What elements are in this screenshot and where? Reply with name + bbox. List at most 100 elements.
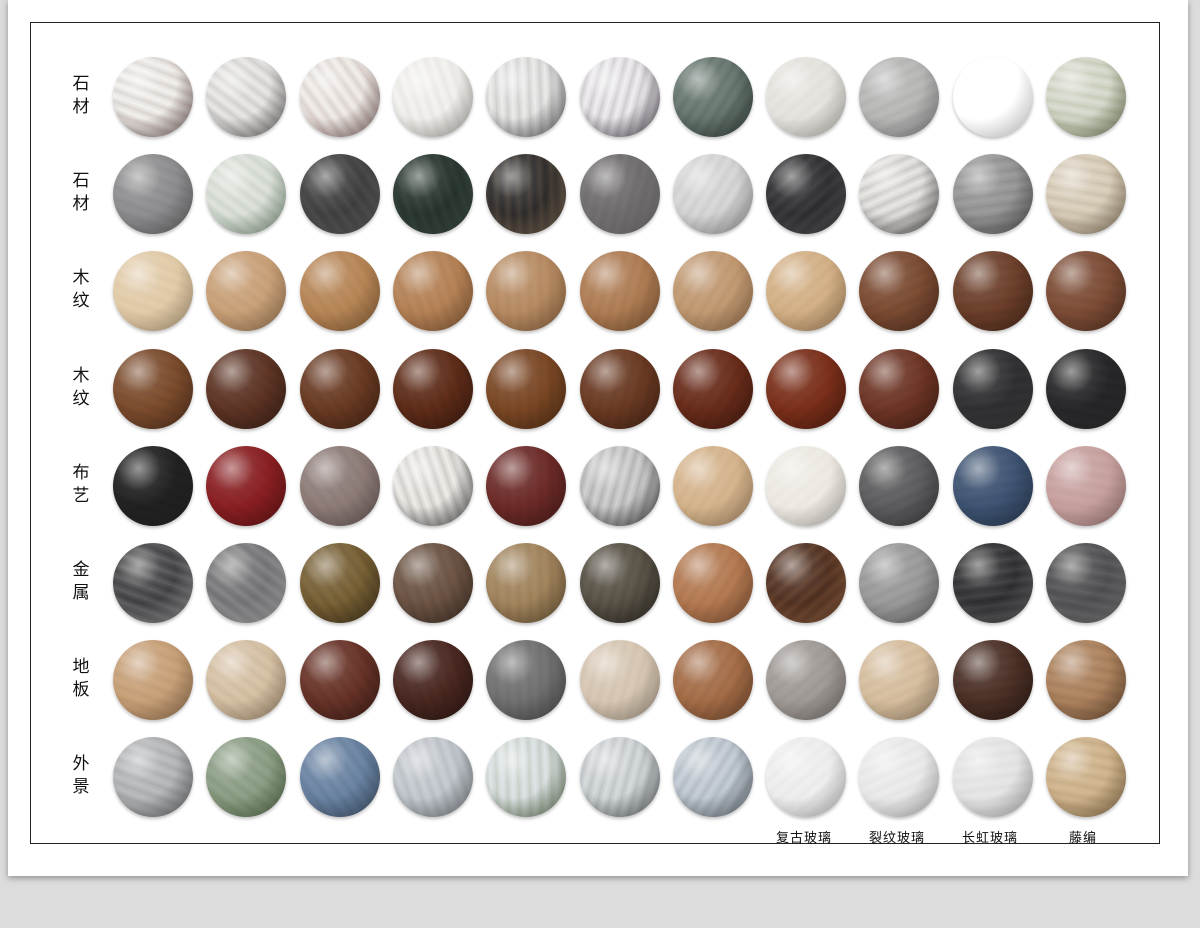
dark-green-marble-sphere — [392, 154, 473, 235]
black-gold-marble-sphere — [486, 154, 567, 235]
cherry-wood-sphere — [766, 348, 847, 429]
light-grey-marble-sphere — [672, 154, 753, 235]
light-wood-sphere — [206, 251, 287, 332]
green-marble-sphere — [206, 154, 287, 235]
chevron-floor-sphere — [579, 640, 660, 721]
bronze-metal-sphere — [579, 543, 660, 623]
walnut-wood-sphere — [113, 348, 193, 429]
material-row: 布艺 — [31, 438, 1159, 534]
chrome-metal-sphere — [113, 543, 193, 623]
white-marble-sphere — [299, 57, 380, 137]
striped-floor-sphere — [1046, 640, 1126, 721]
rosewood-sphere — [672, 348, 753, 429]
material-row: 石材 — [31, 49, 1159, 145]
walnut-wood-sphere — [859, 348, 940, 429]
row-category-label: 地板 — [68, 657, 89, 704]
city-landscape-sphere — [113, 737, 193, 818]
cracked-glass-sphere — [859, 737, 940, 818]
material-sheet: 复古玻璃 裂纹玻璃 长虹玻璃 藤编 石材 石材 木纹 木纹 布艺 金属 地板 外景 — [8, 0, 1188, 876]
grey-marble-sphere — [113, 154, 193, 235]
rusty-metal-sphere — [392, 543, 473, 623]
city-landscape-sphere — [672, 737, 753, 818]
cream-fabric-sphere — [766, 445, 847, 526]
terrazzo-sphere — [859, 154, 940, 235]
ribbed-steel-sphere — [1046, 543, 1126, 623]
rattan-weave-sphere — [1046, 737, 1126, 818]
knit-grey-fabric-sphere — [859, 445, 940, 526]
light-wood-sphere — [113, 251, 193, 332]
caption-cracked-glass: 裂纹玻璃 — [868, 831, 925, 846]
white-embroidered-fabric-sphere — [392, 445, 473, 526]
hammered-metal-sphere — [206, 543, 287, 623]
row-category-label: 金属 — [68, 560, 89, 606]
brushed-steel-sphere — [859, 543, 940, 623]
light-floor-sphere — [859, 640, 940, 721]
white-marble-sphere — [113, 57, 193, 137]
caption-fluted-glass: 长虹玻璃 — [961, 831, 1018, 846]
black-wood-sphere — [952, 348, 1033, 429]
material-row: 木纹 — [31, 341, 1159, 437]
pink-fabric-sphere — [1046, 445, 1126, 526]
walnut-wood-sphere — [299, 348, 380, 429]
dark-floor-sphere — [392, 640, 473, 721]
row-category-label: 石材 — [68, 171, 89, 218]
beige-stone-sphere — [766, 57, 847, 137]
material-row: 石材 — [31, 146, 1159, 242]
white-marble-sphere — [392, 57, 473, 137]
beige-fabric-sphere — [672, 445, 753, 526]
walnut-wood-sphere — [1046, 251, 1126, 332]
walnut-wood-sphere — [486, 348, 567, 429]
chevron-floor-sphere — [672, 640, 753, 721]
row-category-label: 外景 — [68, 754, 89, 801]
antique-brass-sphere — [299, 543, 380, 623]
row-category-label: 石材 — [68, 74, 89, 120]
carbon-fiber-sphere — [952, 543, 1033, 623]
copper-metal-sphere — [672, 543, 753, 623]
row-category-label: 木纹 — [68, 365, 89, 412]
oak-wood-sphere — [392, 251, 473, 332]
red-fabric-sphere — [206, 445, 287, 526]
lake-landscape-sphere — [579, 737, 660, 818]
brushed-brass-sphere — [486, 543, 567, 623]
green-landscape-sphere — [206, 737, 287, 818]
material-row: 外景 — [31, 729, 1159, 825]
walnut-wood-sphere — [952, 251, 1033, 332]
white-marble-sphere — [486, 57, 567, 137]
walnut-wood-sphere — [206, 348, 287, 429]
light-wood-sphere — [766, 251, 847, 332]
light-floor-sphere — [206, 640, 287, 721]
mountain-landscape-sphere — [299, 737, 380, 818]
terrazzo-sphere — [952, 154, 1033, 235]
vintage-glass-sphere — [766, 737, 847, 818]
oak-wood-sphere — [299, 251, 380, 332]
terrazzo-sphere — [1046, 154, 1126, 235]
black-wood-sphere — [1046, 348, 1126, 429]
oak-wood-sphere — [486, 251, 567, 332]
dark-copper-sphere — [766, 543, 847, 623]
herringbone-floor-sphere — [113, 640, 193, 721]
grey-floor-sphere — [486, 640, 567, 721]
houndstooth-fabric-sphere — [579, 445, 660, 526]
grey-marble-sphere — [579, 154, 660, 235]
black-marble-sphere — [766, 154, 847, 235]
blue-fabric-sphere — [952, 445, 1033, 526]
white-marble-sphere — [206, 57, 287, 137]
grey-floor-sphere — [766, 640, 847, 721]
city-landscape-sphere — [392, 737, 473, 818]
oak-wood-sphere — [672, 251, 753, 332]
white-marble-sphere — [952, 57, 1033, 137]
material-row: 金属 — [31, 535, 1159, 631]
burgundy-fabric-sphere — [486, 445, 567, 526]
fluted-glass-sphere — [952, 737, 1033, 818]
oak-wood-sphere — [579, 251, 660, 332]
material-row: 木纹 — [31, 243, 1159, 339]
material-grid-frame: 复古玻璃 裂纹玻璃 长虹玻璃 藤编 石材 石材 木纹 木纹 布艺 金属 地板 外景 — [30, 22, 1160, 846]
caption-vintage-glass: 复古玻璃 — [775, 831, 832, 846]
green-marble-sphere — [672, 57, 753, 137]
taupe-fabric-sphere — [299, 445, 380, 526]
caption-rattan: 藤编 — [1068, 831, 1097, 846]
park-landscape-sphere — [486, 737, 567, 818]
walnut-wood-sphere — [859, 251, 940, 332]
herringbone-floor-sphere — [299, 640, 380, 721]
black-marble-sphere — [299, 154, 380, 235]
